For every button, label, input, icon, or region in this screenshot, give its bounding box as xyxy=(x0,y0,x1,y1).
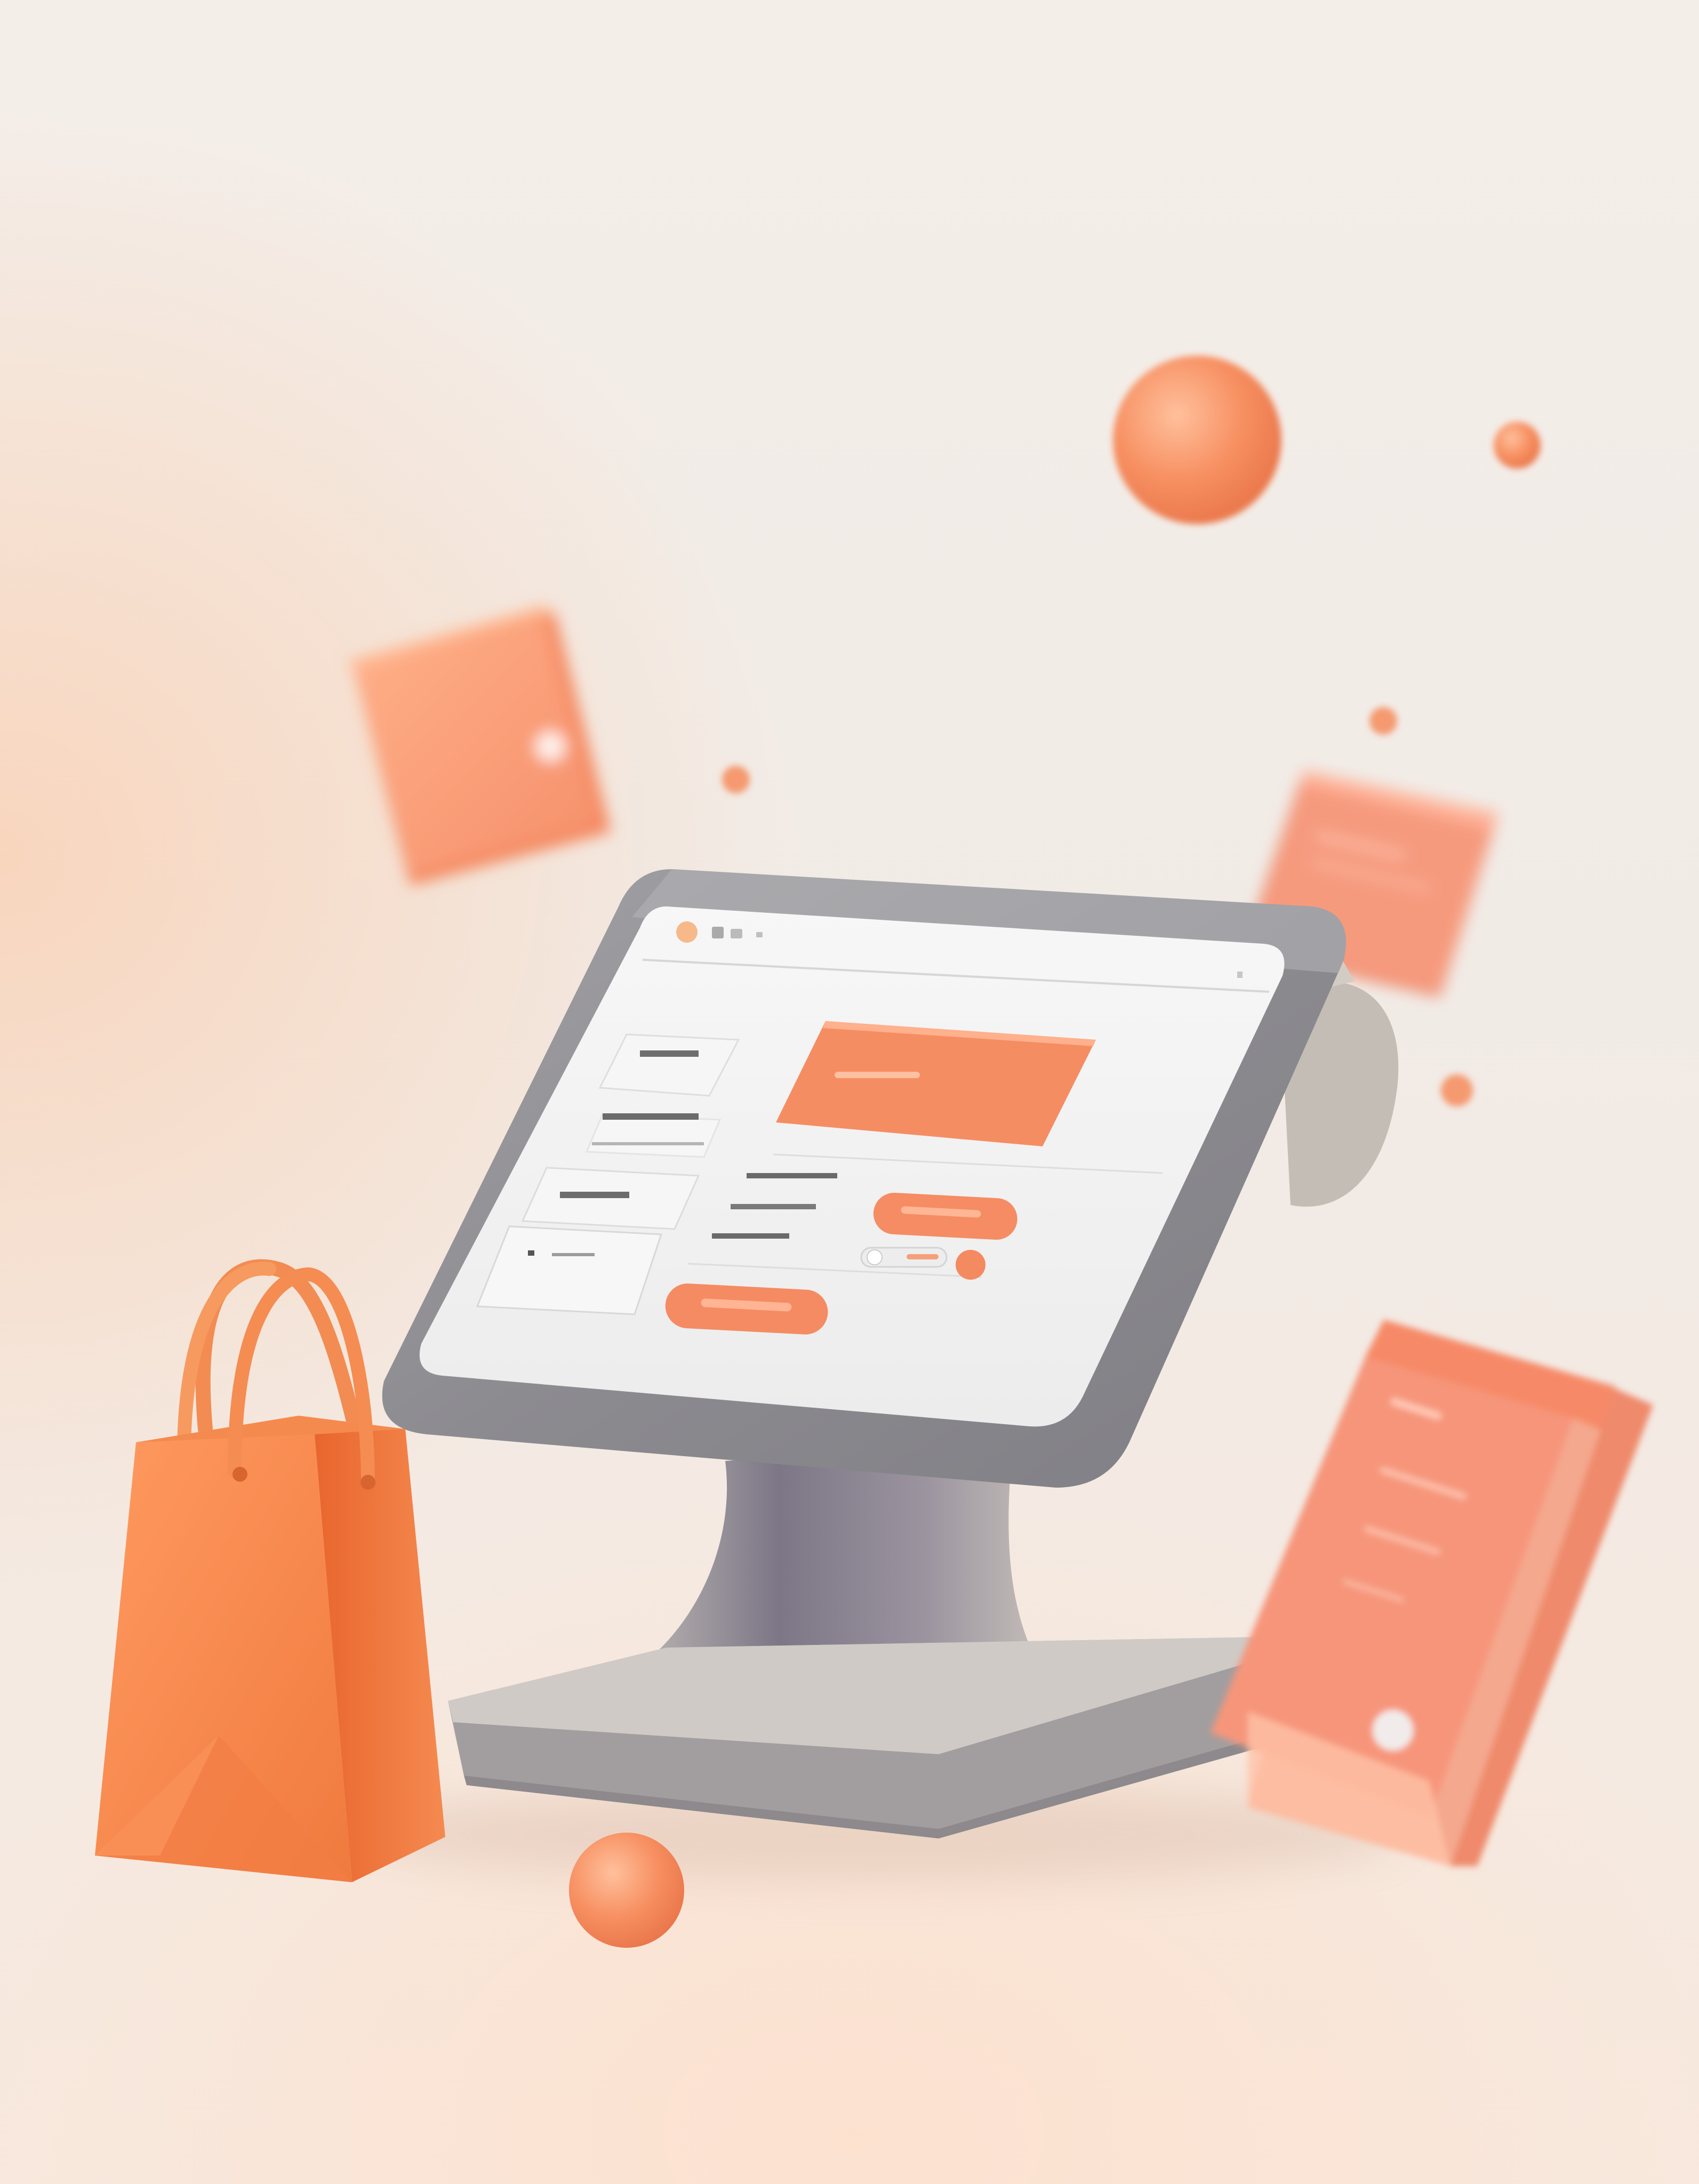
sphere-icon xyxy=(1369,707,1397,735)
nav-icon[interactable] xyxy=(731,929,742,938)
card-icon xyxy=(348,605,611,885)
list-item-icon xyxy=(528,1250,534,1256)
product-label xyxy=(603,1113,699,1120)
sphere-icon xyxy=(1494,422,1541,469)
sphere-icon xyxy=(1113,356,1281,524)
nav-icon[interactable] xyxy=(756,932,763,937)
pos-terminal-monitor xyxy=(382,869,1346,1488)
toggle-track-fill xyxy=(907,1254,939,1259)
app-logo-icon xyxy=(676,921,698,943)
product-card[interactable] xyxy=(585,1113,722,1158)
pos-terminal-stand xyxy=(448,1440,1275,1838)
shopping-bag-icon xyxy=(95,1259,445,1882)
promo-banner-text xyxy=(835,1072,920,1078)
product-label xyxy=(592,1142,704,1145)
sphere-icon xyxy=(1441,1074,1473,1106)
menu-icon[interactable] xyxy=(1237,971,1243,978)
card-icon xyxy=(1211,1320,1653,1866)
sphere-icon xyxy=(722,766,750,793)
primary-button[interactable] xyxy=(872,1192,1019,1241)
list-item-label xyxy=(560,1192,629,1198)
product-label xyxy=(640,1050,699,1057)
list-item-label xyxy=(552,1253,595,1256)
illustration-canvas xyxy=(95,356,1653,1948)
list-item[interactable] xyxy=(521,1167,700,1230)
text-row xyxy=(731,1204,816,1209)
product-illustration xyxy=(0,0,1699,2184)
list-item[interactable] xyxy=(476,1225,663,1315)
text-row xyxy=(747,1173,837,1178)
nav-icon[interactable] xyxy=(712,927,724,938)
toggle-knob[interactable] xyxy=(867,1249,883,1265)
sphere-icon xyxy=(569,1833,684,1948)
text-row xyxy=(712,1233,789,1239)
toggle-indicator[interactable] xyxy=(956,1250,985,1280)
